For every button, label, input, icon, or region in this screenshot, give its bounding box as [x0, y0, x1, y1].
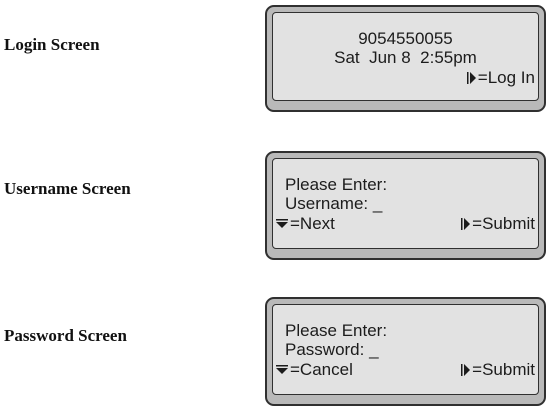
next-softkey-label: =Next — [290, 214, 335, 233]
password-field: Password: _ — [285, 340, 379, 359]
username-screen-display: Please Enter: Username: _ =Next =Submit — [265, 151, 546, 260]
password-screen-display: Please Enter: Password: _ =Cancel =Submi… — [265, 297, 546, 406]
password-submit-softkey[interactable]: =Submit — [461, 360, 535, 379]
password-screen-lcd: Please Enter: Password: _ =Cancel =Submi… — [272, 304, 539, 395]
login-softkey[interactable]: =Log In — [466, 68, 535, 87]
date-time: Sat Jun 8 2:55pm — [334, 48, 477, 67]
username-field: Username: _ — [285, 194, 383, 213]
username-screen-label: Username Screen — [4, 179, 131, 198]
password-submit-label: =Submit — [472, 360, 535, 379]
down-arrow-key-icon — [276, 219, 288, 228]
password-prompt: Please Enter: — [285, 321, 388, 340]
right-arrow-key-icon — [461, 363, 471, 376]
login-screen-lcd: 9054550055 Sat Jun 8 2:55pm =Log In — [272, 12, 539, 101]
username-submit-softkey[interactable]: =Submit — [461, 214, 535, 233]
down-arrow-key-icon — [276, 365, 288, 374]
right-arrow-key-icon — [466, 71, 476, 84]
username-screen-lcd: Please Enter: Username: _ =Next =Submit — [272, 158, 539, 249]
cancel-softkey[interactable]: =Cancel — [276, 360, 353, 379]
next-softkey[interactable]: =Next — [276, 214, 335, 233]
username-prompt: Please Enter: — [285, 175, 388, 194]
right-arrow-key-icon — [461, 217, 471, 230]
login-screen-label: Login Screen — [4, 35, 100, 54]
login-softkey-label: =Log In — [477, 68, 535, 87]
cancel-softkey-label: =Cancel — [290, 360, 353, 379]
phone-number: 9054550055 — [358, 29, 453, 48]
login-screen-display: 9054550055 Sat Jun 8 2:55pm =Log In — [265, 5, 546, 112]
password-screen-label: Password Screen — [4, 326, 127, 345]
username-submit-label: =Submit — [472, 214, 535, 233]
